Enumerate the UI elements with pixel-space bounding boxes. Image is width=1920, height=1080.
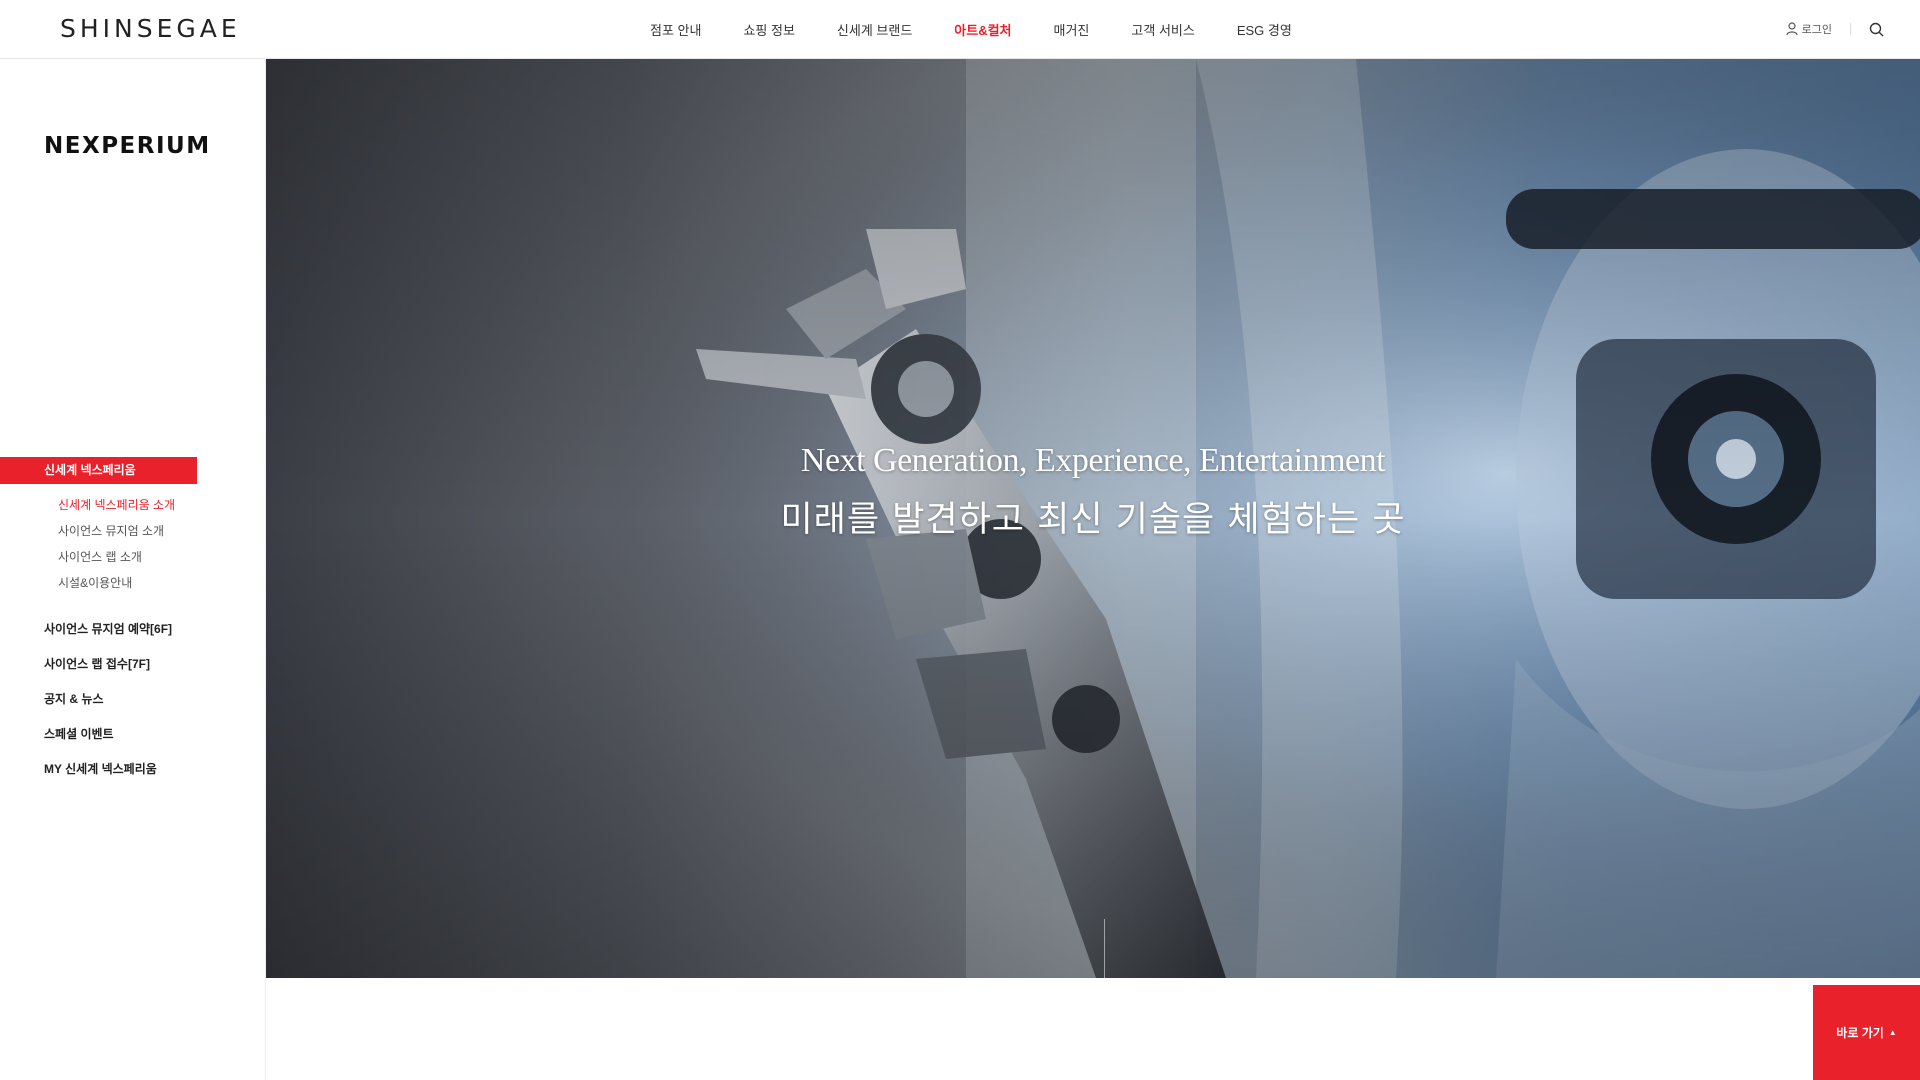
search-icon: [1869, 22, 1884, 36]
shinsegae-logo[interactable]: SHINSEGAE: [60, 14, 241, 43]
nav-shopping-info[interactable]: 쇼핑 정보: [743, 20, 794, 39]
login-button[interactable]: 로그인: [1786, 21, 1832, 37]
nav-brands[interactable]: 신세계 브랜드: [837, 20, 912, 39]
nav-store-info[interactable]: 점포 안내: [650, 20, 701, 39]
global-nav: 점포 안내 쇼핑 정보 신세계 브랜드 아트&컬처 매거진 고객 서비스 ESG…: [650, 0, 1334, 58]
quick-link-button[interactable]: 바로 가기 ▲: [1813, 985, 1920, 1080]
caret-up-icon: ▲: [1888, 1028, 1897, 1037]
sidebar: NEXPERIUM 신세계 넥스페리움 신세계 넥스페리움 소개 사이언스 뮤지…: [0, 59, 266, 1080]
sidebar-item-notice-news[interactable]: 공지 & 뉴스: [0, 686, 266, 721]
submenu-item-science-museum[interactable]: 사이언스 뮤지엄 소개: [0, 520, 266, 546]
sidebar-item-nexperium[interactable]: 신세계 넥스페리움: [0, 457, 197, 484]
hero-title: Next Generation, Experience, Entertainme…: [800, 442, 1386, 479]
sidebar-item-special-event[interactable]: 스페셜 이벤트: [0, 721, 266, 756]
submenu-item-science-lab[interactable]: 사이언스 랩 소개: [0, 546, 266, 572]
nav-esg[interactable]: ESG 경영: [1237, 20, 1292, 39]
scroll-indicator: [1104, 919, 1105, 978]
sidebar-submenu: 신세계 넥스페리움 소개 사이언스 뮤지엄 소개 사이언스 랩 소개 시설&이용…: [0, 494, 266, 598]
submenu-item-facilities[interactable]: 시설&이용안내: [0, 572, 266, 598]
login-label: 로그인: [1801, 24, 1832, 36]
submenu-item-intro[interactable]: 신세계 넥스페리움 소개: [0, 494, 266, 520]
nav-customer-service[interactable]: 고객 서비스: [1131, 20, 1194, 39]
hero-banner: Next Generation, Experience, Entertainme…: [266, 59, 1920, 978]
user-icon: [1786, 22, 1798, 36]
nav-art-culture[interactable]: 아트&컬처: [954, 20, 1011, 39]
divider: [1850, 23, 1851, 35]
utility-menu: 로그인: [1786, 0, 1884, 58]
sidebar-item-museum-reservation[interactable]: 사이언스 뮤지엄 예약[6F]: [0, 616, 266, 651]
sidebar-item-lab-registration[interactable]: 사이언스 랩 접수[7F]: [0, 651, 266, 686]
nexperium-logo[interactable]: NEXPERIUM: [44, 133, 211, 159]
sidebar-item-my-nexperium[interactable]: MY 신세계 넥스페리움: [0, 756, 266, 791]
sidebar-nav: 신세계 넥스페리움 신세계 넥스페리움 소개 사이언스 뮤지엄 소개 사이언스 …: [0, 457, 266, 791]
hero-subtitle: 미래를 발견하고 최신 기술을 체험하는 곳: [780, 500, 1406, 540]
nav-magazine[interactable]: 매거진: [1054, 20, 1090, 39]
quick-link-label: 바로 가기: [1836, 1026, 1884, 1040]
global-header: SHINSEGAE 점포 안내 쇼핑 정보 신세계 브랜드 아트&컬처 매거진 …: [0, 0, 1920, 59]
search-button[interactable]: [1869, 22, 1884, 37]
